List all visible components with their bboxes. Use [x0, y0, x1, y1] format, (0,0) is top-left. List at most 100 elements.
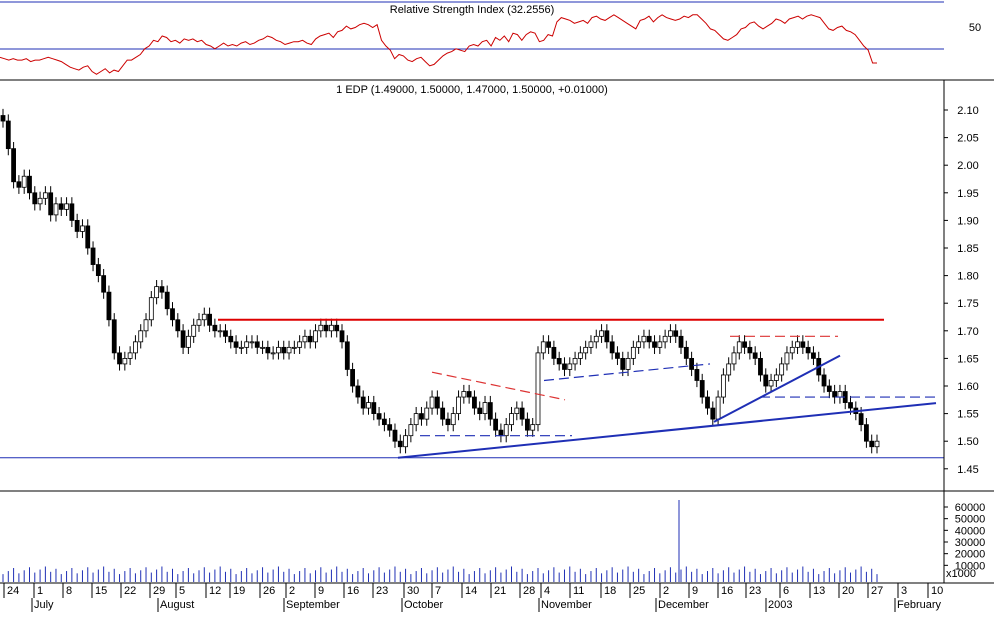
- x-day-label: 12: [209, 585, 221, 597]
- candle-body: [127, 352, 133, 359]
- candle-body: [397, 440, 403, 448]
- candle-body: [371, 402, 377, 414]
- candle-body: [535, 352, 541, 426]
- candle-body: [265, 346, 271, 354]
- candle-body: [678, 335, 684, 348]
- candle-body: [11, 148, 16, 183]
- candle-body: [244, 341, 250, 348]
- candle-body: [562, 363, 567, 370]
- candle-body: [789, 346, 795, 354]
- candle-body: [525, 418, 530, 431]
- rsi-title: Relative Strength Index (32.2556): [390, 4, 555, 16]
- candle-body: [848, 402, 853, 409]
- candle-body: [191, 324, 197, 337]
- candle-body: [720, 374, 726, 398]
- candle-body: [736, 341, 742, 354]
- x-day-label: 27: [871, 585, 883, 597]
- candle-body: [466, 391, 472, 398]
- candle-body: [593, 335, 599, 343]
- candle-body: [74, 219, 80, 232]
- candle-body: [763, 374, 769, 387]
- candle-body: [360, 396, 366, 409]
- x-month-label: 2003: [768, 599, 792, 611]
- price-ytick-label: 1.85: [957, 243, 978, 255]
- candle-body: [207, 313, 212, 326]
- candle-body: [482, 402, 488, 414]
- candle-body: [117, 352, 122, 365]
- chart-canvas: Relative Strength Index (32.2556) 50 1 E…: [0, 1, 994, 612]
- candle-body: [85, 225, 91, 249]
- candle-body: [329, 324, 334, 332]
- candle-body: [334, 324, 340, 332]
- candle-body: [53, 203, 59, 216]
- x-day-label: 3: [901, 585, 907, 597]
- price-y-axis: 2.10 2.05 2.00 1.95 1.90 1.85 1.80 1.75 1.70 1.65…: [944, 105, 979, 476]
- volume-ytick-label: 20000: [955, 549, 986, 561]
- candle-body: [339, 330, 345, 343]
- trend-line: [431, 371, 566, 401]
- x-day-label: 23: [749, 585, 761, 597]
- x-day-label: 21: [494, 585, 506, 597]
- x-day-label: 26: [263, 585, 275, 597]
- candle-body: [869, 440, 875, 448]
- candle-body: [530, 424, 536, 431]
- candle-body: [21, 175, 27, 188]
- candle-body: [318, 324, 324, 332]
- x-month-label: December: [658, 599, 709, 611]
- trend-line: [713, 354, 841, 423]
- candle-body: [366, 402, 371, 409]
- price-ytick-label: 1.80: [957, 271, 978, 283]
- candle-body: [350, 369, 356, 387]
- x-day-label: 29: [153, 585, 165, 597]
- candle-body: [630, 346, 636, 359]
- candle-body: [461, 391, 467, 398]
- candle-body: [254, 341, 260, 348]
- candle-body: [699, 380, 705, 398]
- x-axis: 24 1 8 15 22 29 5 12 19 26 2 9 16 23 30 7 14 21 28 4 11 18 25 2…: [3, 583, 943, 612]
- candle-body: [233, 341, 239, 348]
- candle-body: [238, 346, 244, 349]
- candle-body: [387, 424, 393, 431]
- candle-body: [487, 402, 493, 420]
- candle-body: [752, 352, 758, 359]
- x-day-label: 9: [318, 585, 324, 597]
- candle-body: [588, 341, 594, 348]
- candle-body: [419, 413, 424, 420]
- price-ytick-label: 2.05: [957, 133, 978, 145]
- volume-ytick-label: 60000: [955, 502, 986, 514]
- candle-body: [260, 346, 265, 349]
- candle-body: [58, 203, 64, 210]
- candle-body: [440, 407, 446, 420]
- candle-body: [874, 440, 880, 448]
- candle-body: [170, 308, 175, 321]
- candle-body: [286, 346, 292, 354]
- candle-body: [355, 385, 361, 398]
- candle-body: [48, 192, 54, 216]
- candle-body: [758, 357, 763, 376]
- rsi-ytick-50: 50: [969, 22, 981, 34]
- candle-body: [773, 374, 779, 381]
- candle-body: [180, 330, 186, 348]
- candle-body: [434, 396, 440, 409]
- candle-body: [450, 413, 456, 426]
- candle-body: [64, 203, 69, 210]
- candle-body: [392, 429, 398, 442]
- candle-body: [747, 346, 753, 354]
- candle-body: [143, 319, 149, 332]
- candle-body: [27, 175, 32, 194]
- candle-body: [228, 335, 234, 343]
- x-day-label: 10: [931, 585, 943, 597]
- candle-body: [376, 413, 382, 420]
- candle-body: [805, 346, 811, 354]
- candle-body: [641, 335, 647, 343]
- rsi-panel: Relative Strength Index (32.2556) 50: [0, 1, 981, 75]
- candle-body: [620, 357, 626, 370]
- x-month-label: November: [541, 599, 592, 611]
- candle-body: [477, 407, 483, 414]
- candle-body: [429, 396, 435, 409]
- candle-body: [837, 391, 843, 398]
- candle-body: [413, 413, 419, 426]
- candle-body: [509, 413, 514, 426]
- candle-body: [636, 341, 642, 348]
- price-candles: [0, 108, 880, 454]
